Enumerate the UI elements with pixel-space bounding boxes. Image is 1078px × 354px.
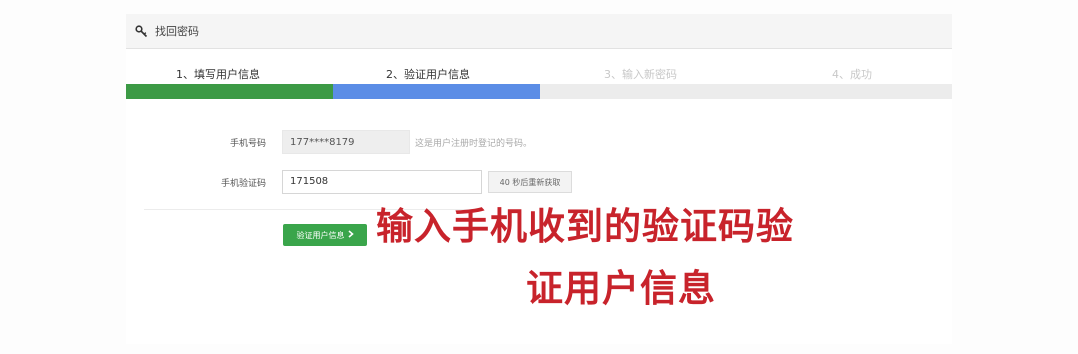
progress-segment-current	[333, 84, 540, 99]
caption-line-2: 证用户信息	[526, 267, 716, 310]
phone-row: 手机号码 177****8179 这是用户注册时登记的号码。	[126, 130, 952, 156]
chevron-right-icon	[347, 230, 354, 240]
step-2-label: 2、验证用户信息	[386, 68, 470, 81]
step-progress-bar	[126, 84, 952, 99]
panel-header: 找回密码	[126, 14, 952, 49]
code-row: 手机验证码 40 秒后重新获取	[126, 170, 952, 196]
progress-segment-pending	[540, 84, 952, 99]
phone-hint: 这是用户注册时登记的号码。	[415, 139, 533, 149]
step-1-label: 1、填写用户信息	[176, 68, 260, 81]
key-icon	[134, 24, 148, 38]
page-title: 找回密码	[155, 25, 199, 38]
step-indicator: 1、填写用户信息 2、验证用户信息 3、输入新密码 4、成功	[126, 64, 952, 84]
progress-segment-done	[126, 84, 333, 99]
phone-field: 177****8179	[282, 130, 410, 154]
verify-user-button[interactable]: 验证用户信息	[283, 224, 367, 246]
step-4-label: 4、成功	[832, 68, 872, 81]
verify-user-button-label: 验证用户信息	[296, 230, 345, 240]
verification-code-input[interactable]	[282, 170, 482, 194]
step-3-label: 3、输入新密码	[604, 68, 677, 81]
code-label: 手机验证码	[220, 179, 266, 189]
caption-line-1: 输入手机收到的验证码验	[376, 205, 794, 248]
phone-label: 手机号码	[229, 139, 266, 149]
resend-code-button[interactable]: 40 秒后重新获取	[488, 171, 572, 193]
